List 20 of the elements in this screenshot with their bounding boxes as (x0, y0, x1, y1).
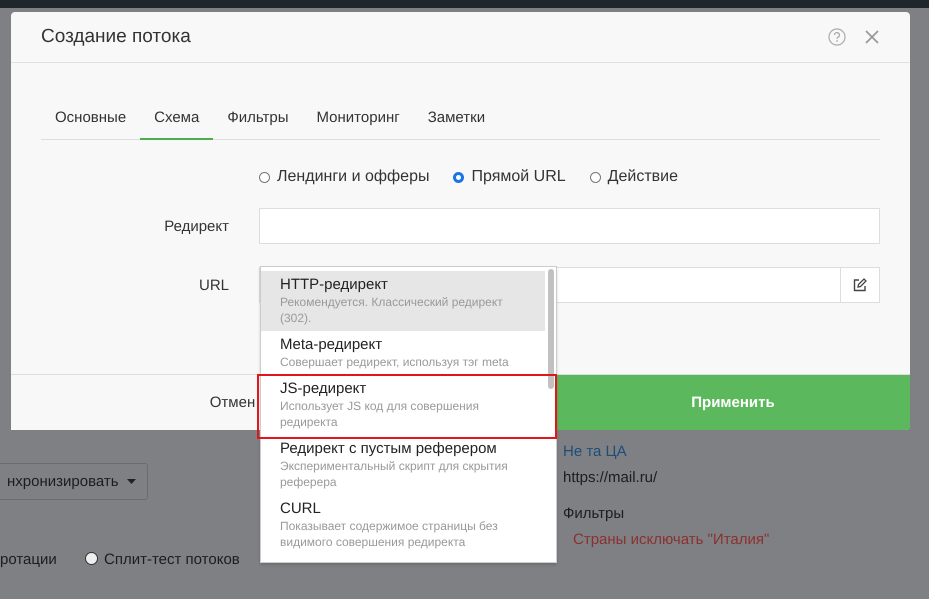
option-description: Совершает редирект, используя тэг meta (280, 354, 510, 370)
url-text: https://mail.ru/ (563, 469, 658, 486)
option-description: Показывает содержимое страницы без видимого совершения редиректа (280, 518, 499, 550)
option-description: Экспериментальный скрипт для скрытия реферера (280, 458, 509, 490)
option-title: Meta-редирект (280, 335, 384, 354)
redirect-label: Редирект (163, 218, 229, 234)
split-test-label: Сплит-тест потоков (104, 551, 240, 568)
modal-title: Создание потока (41, 26, 192, 48)
filters-label: Фильтры (563, 505, 624, 522)
option-label: Действие (608, 168, 678, 186)
option-title: Редирект с пустым реферером (280, 439, 498, 458)
url-label: URL (198, 276, 229, 294)
filter-rule: Страны исключать "Италия" (573, 531, 770, 548)
option-title: HTTP-редирект (280, 275, 389, 294)
option-title: JS-редирект (280, 379, 368, 398)
option-description: Рекомендуется. Классический редирект (302). (280, 294, 504, 326)
option-title: CURL (280, 499, 322, 518)
option-label: Прямой URL (471, 168, 566, 186)
rotation-label: ротации (0, 551, 57, 568)
option-description: Использует JS код для совершения редиректа (280, 398, 480, 430)
